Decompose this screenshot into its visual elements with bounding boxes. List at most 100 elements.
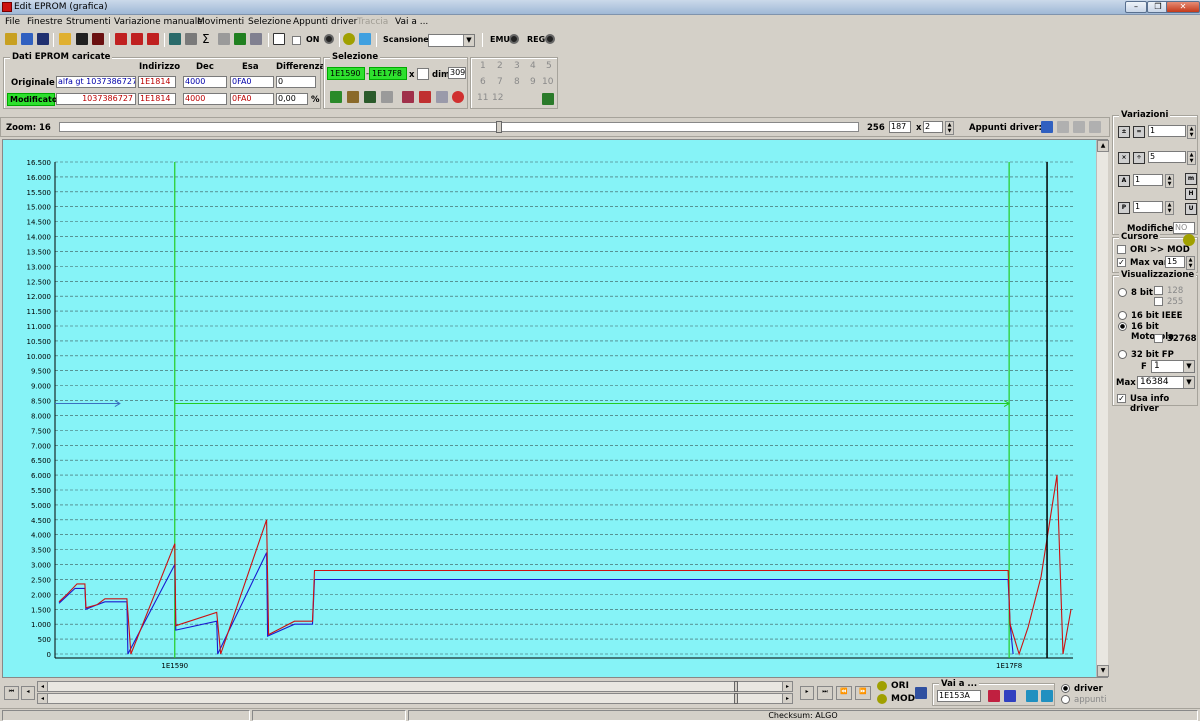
mod-button[interactable]: MOD xyxy=(891,694,915,704)
radio-16bit-motorola[interactable]: ● xyxy=(1118,322,1127,331)
person-icon[interactable] xyxy=(359,33,371,45)
var-field-2[interactable]: 5 xyxy=(1148,151,1186,163)
numpad-1[interactable]: 1 xyxy=(480,61,486,71)
numpad-3[interactable]: 3 xyxy=(514,61,520,71)
grid-icon[interactable] xyxy=(147,33,159,45)
numpad-6[interactable]: 6 xyxy=(480,77,486,87)
numpad-7[interactable]: 7 xyxy=(497,77,503,87)
var-field-4[interactable]: 1 xyxy=(1133,201,1163,213)
modificato-dec-field[interactable]: 4000 xyxy=(183,93,227,105)
radio-appunti[interactable] xyxy=(1061,695,1070,704)
radio-32bit-fp[interactable] xyxy=(1118,350,1127,359)
zoom-mult-spinner[interactable]: ▲ ▼ xyxy=(945,121,954,135)
windows-icon[interactable] xyxy=(21,33,33,45)
nav-last-button[interactable]: ⏭ xyxy=(817,686,833,700)
save-icon[interactable] xyxy=(76,33,88,45)
originale-esa-field[interactable]: 0FA0 xyxy=(230,76,274,88)
menu-strumenti[interactable]: Strumenti xyxy=(66,17,111,27)
radio-8bit[interactable] xyxy=(1118,288,1127,297)
goto-mod-icon[interactable] xyxy=(1004,690,1016,702)
zoom-pos-field[interactable]: 187 xyxy=(889,121,911,133)
chart-vertical-scrollbar[interactable]: ▲ ▼ xyxy=(1096,140,1109,677)
chip-icon[interactable] xyxy=(169,33,181,45)
chart-area[interactable]: 0 500 1.000 1.500 2.000 2.500 3.000 3.500 4.000 4… xyxy=(2,139,1108,678)
f-select[interactable]: 1 ▼ xyxy=(1151,360,1195,373)
home-icon[interactable] xyxy=(5,33,17,45)
menu-selezione[interactable]: Selezione xyxy=(248,17,291,27)
vai-a-field[interactable]: 1E153A xyxy=(937,690,981,702)
var-m-icon[interactable]: m xyxy=(1185,173,1197,185)
menu-movimenti[interactable]: Movimenti xyxy=(197,17,244,27)
numpad-config-icon[interactable] xyxy=(542,93,554,105)
zoom-slider[interactable] xyxy=(59,121,859,133)
appunti-clear-icon[interactable] xyxy=(1089,121,1101,133)
var-spinner-1[interactable]: ▲ ▼ xyxy=(1187,125,1196,139)
modificato-diff-field[interactable]: 0,00 xyxy=(276,93,308,105)
menu-vai-a[interactable]: Vai a ... xyxy=(395,17,428,27)
reg-gear-icon[interactable] xyxy=(545,34,555,44)
originale-file-field[interactable]: alfa gt 1037386727.ori xyxy=(56,76,136,88)
numpad-2[interactable]: 2 xyxy=(497,61,503,71)
save-as-icon[interactable] xyxy=(92,33,104,45)
var-spinner-4[interactable]: ▲ ▼ xyxy=(1165,201,1174,215)
numpad-4[interactable]: 4 xyxy=(530,61,536,71)
nav-mark-prev-button[interactable]: ⏪ xyxy=(836,686,852,700)
sel-reset-icon[interactable] xyxy=(452,91,464,103)
calendar-icon[interactable] xyxy=(131,33,143,45)
var-h-icon[interactable]: H xyxy=(1185,188,1197,200)
scroll-down-button[interactable]: ▼ xyxy=(1097,665,1109,677)
sel-paste-icon[interactable] xyxy=(419,91,431,103)
menu-file[interactable]: File xyxy=(5,17,20,27)
appunti-move-icon[interactable] xyxy=(1073,121,1085,133)
dim-field[interactable]: 309 xyxy=(448,67,466,79)
sel-tool-1-icon[interactable] xyxy=(330,91,342,103)
numpad-8[interactable]: 8 xyxy=(514,77,520,87)
var-dec-icon[interactable]: = xyxy=(1133,126,1145,138)
on-gear-icon[interactable] xyxy=(324,34,334,44)
maxvar-field[interactable]: 15 xyxy=(1165,256,1185,268)
nav-first-button[interactable]: ⏮ xyxy=(4,686,19,700)
transfer-icon[interactable] xyxy=(234,33,246,45)
appunti-paste-icon[interactable] xyxy=(1057,121,1069,133)
nav-next-button[interactable]: ▸ xyxy=(800,686,814,700)
emu-gear-icon[interactable] xyxy=(509,34,519,44)
goto-start-icon[interactable] xyxy=(1026,690,1038,702)
nav-scrollbar-top[interactable]: ◂ ▸ xyxy=(37,681,793,692)
sel-clear-icon[interactable] xyxy=(436,91,448,103)
goto-ori-icon[interactable] xyxy=(988,690,1000,702)
panel-icon[interactable] xyxy=(37,33,49,45)
selezione-end[interactable]: 1E17F8 xyxy=(369,67,407,80)
goto-end-icon[interactable] xyxy=(1041,690,1053,702)
var-p-icon[interactable]: P xyxy=(1118,202,1130,214)
close-button[interactable]: ✕ xyxy=(1166,1,1200,13)
originale-dec-field[interactable]: 4000 xyxy=(183,76,227,88)
minimize-button[interactable]: – xyxy=(1125,1,1147,13)
max-select[interactable]: 16384 ▼ xyxy=(1137,376,1195,389)
usa-info-checkbox[interactable]: ✓ xyxy=(1117,394,1126,403)
numpad-10[interactable]: 10 xyxy=(542,77,553,87)
originale-addr-field[interactable]: 1E1814 xyxy=(138,76,176,88)
var-inc-icon[interactable]: ± xyxy=(1118,126,1130,138)
print-icon[interactable] xyxy=(218,33,230,45)
scroll-up-button[interactable]: ▲ xyxy=(1097,140,1109,152)
sel-copy-icon[interactable] xyxy=(402,91,414,103)
numpad-9[interactable]: 9 xyxy=(530,77,536,87)
ori-mod-checkbox[interactable] xyxy=(1117,245,1126,254)
radio-driver[interactable]: ● xyxy=(1061,684,1070,693)
sel-tool-2-icon[interactable] xyxy=(347,91,359,103)
numpad-11[interactable]: 11 xyxy=(477,93,488,103)
chart-icon[interactable] xyxy=(250,33,262,45)
scansione-select[interactable]: ▼ xyxy=(428,34,475,47)
var-u-icon[interactable]: U xyxy=(1185,203,1197,215)
eprom-line-chart[interactable]: 0 500 1.000 1.500 2.000 2.500 3.000 3.500 4.000 4… xyxy=(3,140,1095,677)
selezione-start[interactable]: 1E1590 xyxy=(327,67,365,80)
check-icon[interactable] xyxy=(115,33,127,45)
originale-diff-field[interactable]: 0 xyxy=(276,76,316,88)
maxvar-spinner[interactable]: ▲ ▼ xyxy=(1186,256,1195,270)
checkbox-32768[interactable] xyxy=(1154,334,1163,343)
tools-icon[interactable] xyxy=(185,33,197,45)
var-spinner-2[interactable]: ▲ ▼ xyxy=(1187,151,1196,165)
flag-icon[interactable] xyxy=(915,687,927,699)
filter-icon[interactable] xyxy=(273,33,285,45)
nav-mark-next-button[interactable]: ⏩ xyxy=(855,686,871,700)
